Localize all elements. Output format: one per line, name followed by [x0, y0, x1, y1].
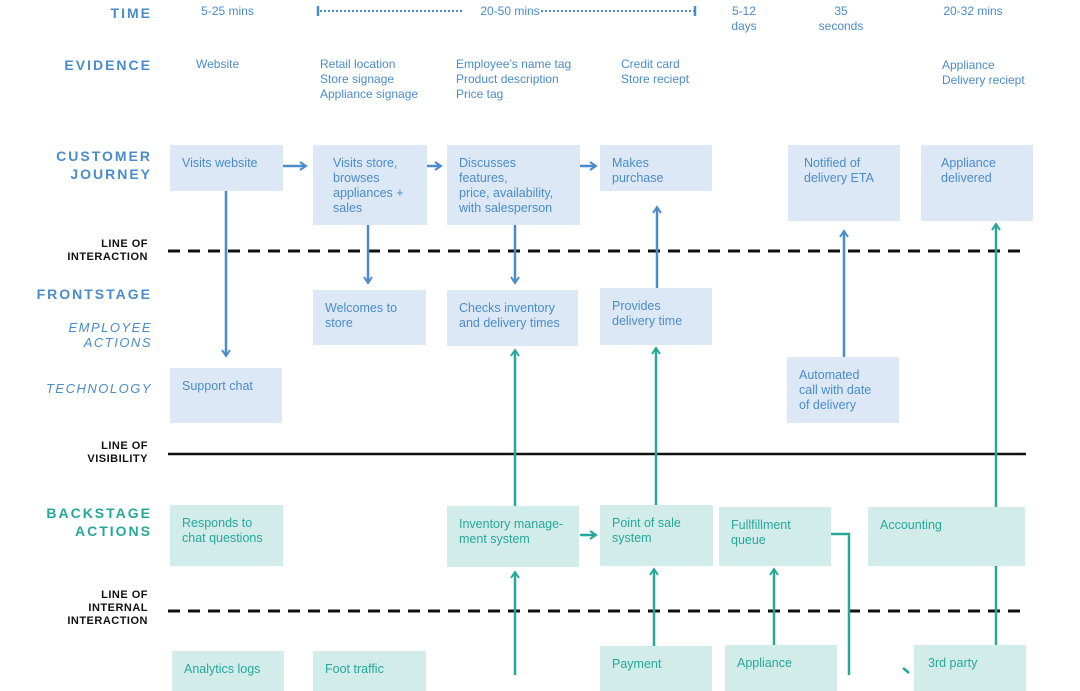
- support-3rd-party[interactable]: 3rd party: [914, 645, 1026, 691]
- arrow-to-3rd-party: [902, 667, 910, 674]
- lane-label-time: TIME: [110, 5, 152, 21]
- backstage-fulfillment-queue[interactable]: Fullfillment queue: [719, 507, 831, 566]
- lane-label-frontstage: FRONTSTAGE: [36, 286, 152, 302]
- journey-step-visits-website[interactable]: Visits website: [170, 145, 283, 191]
- support-analytics-logs[interactable]: Analytics logs: [172, 651, 284, 691]
- support-foot-traffic[interactable]: Foot traffic: [313, 651, 426, 691]
- time-step-1: 5-25 mins: [201, 4, 254, 18]
- lane-label-technology: TECHNOLOGY: [45, 381, 152, 396]
- time-step-4: 35 seconds: [818, 4, 864, 33]
- journey-step-appliance-delivered[interactable]: Appliance delivered: [921, 145, 1033, 221]
- journey-step-makes-purchase[interactable]: Makes purchase: [600, 145, 712, 191]
- line-label-visibility: LINE OF VISIBILITY: [87, 440, 148, 465]
- backstage-accounting[interactable]: Accounting: [868, 507, 1025, 566]
- line-label-internal-interaction: LINE OF INTERNAL INTERACTION: [67, 589, 148, 627]
- evidence-1: Website: [196, 57, 240, 71]
- evidence-2: Retail location Store signage Appliance …: [320, 57, 419, 101]
- time-step-5: 20-32 mins: [943, 4, 1003, 18]
- evidence-5: Appliance Delivery reciept: [942, 58, 1025, 87]
- lane-label-employee-actions: EMPLOYEE ACTIONS: [68, 320, 152, 350]
- time-step-3: 5-12 days: [731, 4, 757, 33]
- evidence-3: Employee’s name tag Product description …: [456, 57, 572, 101]
- employee-action-welcomes[interactable]: Welcomes to store: [313, 290, 426, 345]
- employee-action-provides-delivery[interactable]: Provides delivery time: [600, 288, 712, 345]
- lane-label-backstage-actions: BACKSTAGE ACTIONS: [46, 505, 152, 539]
- backstage-inventory-management[interactable]: Inventory manage- ment system: [447, 506, 579, 567]
- backstage-responds-chat[interactable]: Responds to chat questions: [170, 505, 283, 566]
- technology-automated-call[interactable]: Automated call with date of delivery: [787, 357, 899, 423]
- lane-label-evidence: EVIDENCE: [64, 57, 152, 73]
- support-appliance[interactable]: Appliance: [725, 645, 837, 691]
- employee-action-checks-inventory[interactable]: Checks inventory and delivery times: [447, 290, 578, 346]
- time-step-2: 20-50 mins: [480, 4, 540, 18]
- evidence-4: Credit card Store reciept: [621, 57, 690, 86]
- line-label-interaction: LINE OF INTERACTION: [67, 238, 148, 263]
- technology-support-chat[interactable]: Support chat: [170, 368, 282, 423]
- journey-step-notified-eta[interactable]: Notified of delivery ETA: [788, 145, 900, 221]
- journey-step-visits-store[interactable]: Visits store, browses appliances + sales: [313, 145, 427, 225]
- journey-step-discusses-features[interactable]: Discusses features, price, availability,…: [447, 145, 580, 225]
- lane-label-customer-journey: CUSTOMER JOURNEY: [56, 148, 152, 182]
- support-payment[interactable]: Payment: [600, 646, 712, 691]
- backstage-point-of-sale[interactable]: Point of sale system: [600, 505, 713, 566]
